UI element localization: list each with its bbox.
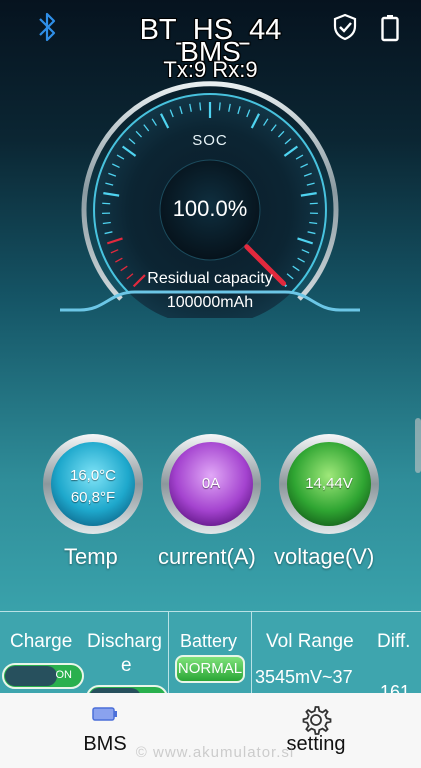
vol-range-label: Vol Range bbox=[266, 631, 354, 652]
current-value: 0A bbox=[201, 475, 221, 492]
current-circle[interactable]: 0A bbox=[160, 433, 262, 535]
residual-capacity-value: 100000mAh bbox=[166, 294, 254, 311]
diff-label: Diff. bbox=[377, 631, 411, 652]
discharge-label: Discharg bbox=[87, 631, 162, 652]
info-panel: Charge ON Discharg e Battery Vol Range 3… bbox=[0, 611, 421, 696]
voltage-label: voltage(V) bbox=[274, 544, 375, 569]
charge-toggle-state: ON bbox=[55, 669, 73, 681]
vol-range-value: 3545mV~37 bbox=[255, 667, 353, 687]
divider bbox=[251, 612, 252, 696]
scrollbar[interactable] bbox=[415, 418, 421, 473]
battery-status-badge: NORMAL bbox=[175, 655, 245, 683]
charge-toggle[interactable]: ON bbox=[2, 663, 84, 689]
battery-label: Battery bbox=[180, 631, 238, 651]
temperature-orb bbox=[43, 434, 143, 534]
shield-check-icon[interactable] bbox=[331, 13, 359, 41]
temperature-circle[interactable]: 16,0°C 60,8°F bbox=[42, 433, 144, 535]
toggle-knob bbox=[5, 666, 57, 686]
voltage-circle[interactable]: 14,44V bbox=[278, 433, 380, 535]
bluetooth-icon[interactable] bbox=[34, 10, 60, 44]
divider bbox=[168, 612, 169, 696]
current-label: current(A) bbox=[158, 544, 256, 569]
discharge-label-wrap: e bbox=[121, 655, 132, 676]
temperature-celsius: 16,0°C bbox=[69, 467, 117, 484]
charge-label: Charge bbox=[10, 631, 73, 652]
residual-capacity-label: Residual capacity bbox=[147, 270, 273, 287]
battery-icon[interactable] bbox=[380, 14, 400, 42]
gauge-tick bbox=[218, 102, 221, 111]
gauge-tick bbox=[102, 202, 111, 205]
temperature-fahrenheit: 60,8°F bbox=[70, 489, 116, 506]
watermark: © www.akumulator.si bbox=[135, 744, 295, 761]
gauge-tick bbox=[309, 202, 318, 205]
soc-value: 100.0% bbox=[172, 196, 248, 221]
gauge-tick bbox=[199, 102, 202, 111]
battery-tab-icon[interactable] bbox=[92, 707, 118, 721]
soc-label: SOC bbox=[192, 132, 228, 149]
voltage-value: 14,44V bbox=[305, 475, 353, 492]
temperature-label: Temp bbox=[64, 544, 118, 569]
gear-icon[interactable] bbox=[300, 704, 332, 736]
